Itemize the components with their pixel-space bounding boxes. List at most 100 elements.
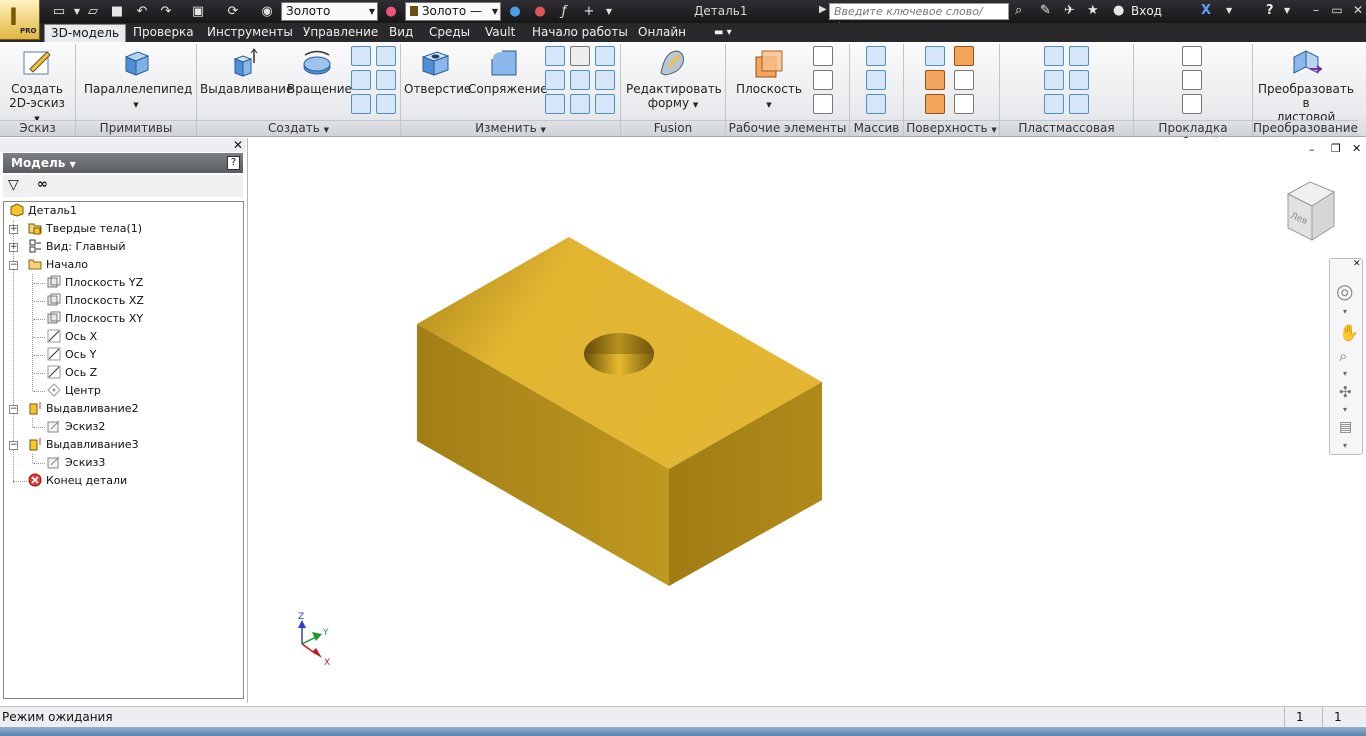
loft-icon[interactable] xyxy=(351,46,371,66)
tree-node-origin[interactable]: Начало xyxy=(28,256,88,274)
tree-node-extrusion2[interactable]: Выдавливание2 xyxy=(28,400,139,418)
application-menu-button[interactable]: I PRO xyxy=(0,0,40,40)
view-cube[interactable]: Лев xyxy=(1284,178,1340,244)
navbar-close-icon[interactable]: ✕ xyxy=(1353,259,1361,269)
browser-close-icon[interactable]: ✕ xyxy=(233,138,243,152)
tree-node-end-of-part[interactable]: Конец детали xyxy=(28,472,127,490)
tree-node-axis-y[interactable]: Ось Y xyxy=(47,346,96,364)
stitch-icon[interactable] xyxy=(925,46,945,66)
shell-icon[interactable] xyxy=(545,70,565,90)
rib-icon[interactable] xyxy=(351,94,371,114)
panel-title-modify[interactable]: Изменить ▼ xyxy=(401,120,620,136)
grill-icon[interactable] xyxy=(1044,46,1064,66)
collapse-toggle[interactable]: − xyxy=(9,405,18,414)
pin-icon[interactable] xyxy=(1182,70,1202,90)
filter-icon[interactable]: ▽ xyxy=(8,177,19,193)
appearance-combo[interactable]: Золото — ▼ xyxy=(405,2,501,21)
graphics-window[interactable]: – ❐ ✕ Лев ✕ ◎ ▾ ✋ ⌕ ▾ ✣ ▾ ▤ ▾ Z Y X xyxy=(247,138,1366,703)
split-icon[interactable] xyxy=(570,70,590,90)
chevron-down-icon[interactable]: ▾ xyxy=(1343,405,1347,414)
tree-node-view[interactable]: Вид: Главный xyxy=(28,238,126,256)
rectangular-pattern-icon[interactable] xyxy=(866,46,886,66)
clear-appearance-icon[interactable]: ● xyxy=(531,3,549,20)
select-mode-icon[interactable]: ▣ xyxy=(189,3,207,20)
tree-node-axis-x[interactable]: Ось X xyxy=(47,328,97,346)
tab-online[interactable]: Онлайн xyxy=(632,24,692,42)
box-primitive-button[interactable]: Параллелепипед ▼ xyxy=(84,47,192,112)
chevron-down-icon[interactable]: ▾ xyxy=(1343,307,1347,316)
draft-icon[interactable] xyxy=(545,94,565,114)
fillet-button[interactable]: Сопряжение xyxy=(468,47,548,96)
delete-face-icon[interactable] xyxy=(954,94,974,114)
tab-manage[interactable]: Управление xyxy=(297,24,384,42)
tab-3d-model[interactable]: 3D-модель xyxy=(44,24,127,42)
collapse-toggle[interactable]: − xyxy=(9,441,18,450)
tree-node-center-point[interactable]: Центр xyxy=(47,382,101,400)
satellite-icon[interactable]: ✈ xyxy=(1064,3,1075,18)
chevron-down-icon[interactable]: ▾ xyxy=(1343,369,1347,378)
circular-pattern-icon[interactable] xyxy=(866,70,886,90)
redo-icon[interactable]: ↷ xyxy=(157,3,175,20)
emboss-icon[interactable] xyxy=(376,70,396,90)
favorites-icon[interactable]: ★ xyxy=(1087,3,1099,18)
lip-icon[interactable] xyxy=(1069,94,1089,114)
extrude-button[interactable]: Выдавливание xyxy=(200,47,293,96)
pan-icon[interactable]: ✋ xyxy=(1339,323,1359,342)
tree-node-extrusion3[interactable]: Выдавливание3 xyxy=(28,436,139,454)
collapse-toggle[interactable]: − xyxy=(9,261,18,270)
wrench-icon[interactable]: ✎ xyxy=(1040,3,1051,18)
sculpt-icon[interactable] xyxy=(925,70,945,90)
zoom-icon[interactable]: ⌕ xyxy=(1339,347,1347,365)
create-2d-sketch-button[interactable]: Создать 2D-эскиз ▼ xyxy=(6,47,68,126)
hole-button[interactable]: Отверстие xyxy=(404,47,471,96)
trim-icon[interactable] xyxy=(954,70,974,90)
tab-tools[interactable]: Инструменты xyxy=(201,24,299,42)
boss-icon[interactable] xyxy=(1044,70,1064,90)
steering-wheel-icon[interactable]: ◎ xyxy=(1336,279,1353,303)
combine-icon[interactable] xyxy=(595,46,615,66)
copy-object-icon[interactable] xyxy=(595,94,615,114)
tab-vault[interactable]: Vault xyxy=(479,24,521,42)
harness-icon[interactable] xyxy=(1182,46,1202,66)
help-dropdown-icon[interactable]: ▼ xyxy=(1284,6,1290,15)
move-face-icon[interactable] xyxy=(595,70,615,90)
minimize-button[interactable]: – xyxy=(1307,3,1325,19)
maximize-button[interactable]: ▭ xyxy=(1328,3,1346,19)
browser-header[interactable]: Модель ▼ xyxy=(3,153,243,173)
sweep-icon[interactable] xyxy=(351,70,371,90)
coil-icon[interactable] xyxy=(376,46,396,66)
user-icon[interactable]: ● xyxy=(1113,3,1124,18)
thread-icon[interactable] xyxy=(570,46,590,66)
customize-qa-icon[interactable]: ▼ xyxy=(600,3,618,20)
chamfer-icon[interactable] xyxy=(545,46,565,66)
properties-icon[interactable]: ◉ xyxy=(258,3,276,20)
work-point-icon[interactable] xyxy=(813,70,833,90)
tree-node-axis-z[interactable]: Ось Z xyxy=(47,364,97,382)
exchange-icon[interactable]: X xyxy=(1201,3,1211,18)
open-icon[interactable]: ▱ xyxy=(84,3,102,20)
thicken-icon[interactable] xyxy=(570,94,590,114)
close-button[interactable]: ✕ xyxy=(1349,3,1366,19)
tab-get-started[interactable]: Начало работы xyxy=(526,24,634,42)
panel-title-surface[interactable]: Поверхность ▼ xyxy=(904,120,999,136)
undo-icon[interactable]: ↶ xyxy=(133,3,151,20)
appearance-ball-icon[interactable]: ● xyxy=(382,3,400,20)
extend-icon[interactable] xyxy=(925,94,945,114)
tab-environments[interactable]: Среды xyxy=(423,24,476,42)
login-button[interactable]: Вход xyxy=(1131,4,1162,18)
search-input[interactable]: Введите ключевое слово/фразу xyxy=(829,3,1009,33)
search-expand-icon[interactable]: ▶ xyxy=(819,4,827,15)
look-at-icon[interactable]: ▤ xyxy=(1339,419,1352,435)
edit-form-button[interactable]: Редактировать форму ▼ xyxy=(626,47,722,112)
ribbon-options-icon[interactable]: ▬ ▾ xyxy=(708,24,738,42)
tree-node-plane-yz[interactable]: Плоскость YZ xyxy=(47,274,143,292)
material-combo[interactable]: Золото ▼ xyxy=(281,2,378,21)
connector-icon[interactable] xyxy=(1182,94,1202,114)
tree-node-sketch2[interactable]: Эскиз2 xyxy=(47,418,105,436)
tab-view[interactable]: Вид xyxy=(383,24,419,42)
fx-parameters-icon[interactable]: ƒ xyxy=(555,3,573,20)
rest-icon[interactable] xyxy=(1044,94,1064,114)
tree-node-plane-xy[interactable]: Плоскость XY xyxy=(47,310,143,328)
browser-help-icon[interactable]: ? xyxy=(227,156,240,170)
exchange-dropdown-icon[interactable]: ▼ xyxy=(1226,6,1232,15)
